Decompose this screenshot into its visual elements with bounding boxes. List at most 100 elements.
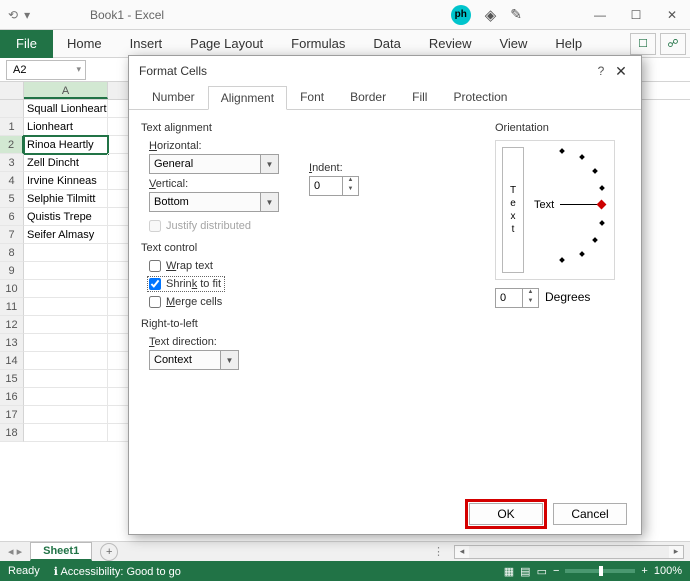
row-header[interactable]: [0, 100, 24, 118]
zoom-slider[interactable]: [565, 569, 635, 573]
row-header[interactable]: 15: [0, 370, 24, 388]
indent-spinner[interactable]: 0 ▲▼: [309, 176, 359, 196]
col-header-a[interactable]: A: [24, 82, 108, 99]
add-sheet-button[interactable]: +: [100, 543, 118, 561]
merge-cells-checkbox[interactable]: Merge cells: [149, 296, 481, 308]
dlg-tab-border[interactable]: Border: [337, 85, 399, 109]
cell[interactable]: Seifer Almasy: [24, 226, 108, 244]
dialog-titlebar[interactable]: Format Cells ? ✕: [129, 56, 641, 86]
sheet-tab[interactable]: Sheet1: [30, 542, 92, 561]
comments-button[interactable]: ☐: [630, 33, 656, 55]
save-icon[interactable]: ▾: [24, 8, 30, 22]
cell[interactable]: [24, 262, 108, 280]
dlg-tab-protection[interactable]: Protection: [440, 85, 520, 109]
cell[interactable]: [24, 406, 108, 424]
select-all-corner[interactable]: [0, 82, 24, 99]
dlg-tab-alignment[interactable]: Alignment: [208, 86, 287, 110]
ribbon-tab-insert[interactable]: Insert: [116, 30, 177, 58]
cell[interactable]: [24, 424, 108, 442]
cell[interactable]: [24, 298, 108, 316]
degrees-value[interactable]: 0: [496, 289, 522, 307]
view-normal-icon[interactable]: ▦: [504, 565, 514, 578]
chevron-down-icon[interactable]: ▼: [260, 155, 278, 173]
dialog-close-button[interactable]: ✕: [611, 63, 631, 80]
help-button[interactable]: ?: [591, 64, 611, 78]
ribbon-tab-pagelayout[interactable]: Page Layout: [176, 30, 277, 58]
row-header[interactable]: 7: [0, 226, 24, 244]
wand-icon[interactable]: ✎: [510, 6, 522, 23]
ribbon-tab-file[interactable]: File: [0, 30, 53, 58]
cell[interactable]: [24, 388, 108, 406]
text-direction-combo[interactable]: Context▼: [149, 350, 239, 370]
accessibility-status[interactable]: ℹ Accessibility: Good to go: [54, 565, 181, 578]
ribbon-tab-home[interactable]: Home: [53, 30, 116, 58]
account-badge[interactable]: ph: [451, 5, 471, 25]
cell[interactable]: [24, 244, 108, 262]
row-header[interactable]: 10: [0, 280, 24, 298]
ribbon-tab-view[interactable]: View: [485, 30, 541, 58]
view-pagebreak-icon[interactable]: ▭: [537, 565, 547, 578]
ribbon-tab-help[interactable]: Help: [541, 30, 596, 58]
ribbon-tab-review[interactable]: Review: [415, 30, 486, 58]
cell[interactable]: Quistis Trepe: [24, 208, 108, 226]
wrap-text-checkbox[interactable]: Wrap text: [149, 260, 481, 272]
row-header[interactable]: 13: [0, 334, 24, 352]
row-header[interactable]: 9: [0, 262, 24, 280]
row-header[interactable]: 2: [0, 136, 24, 154]
chevron-down-icon[interactable]: ▼: [220, 351, 238, 369]
dlg-tab-font[interactable]: Font: [287, 85, 337, 109]
vertical-text-button[interactable]: T e x t: [502, 147, 524, 273]
shrink-to-fit-checkbox[interactable]: Shrink to fit: [149, 278, 223, 290]
row-header[interactable]: 17: [0, 406, 24, 424]
row-header[interactable]: 11: [0, 298, 24, 316]
row-header[interactable]: 5: [0, 190, 24, 208]
cancel-button[interactable]: Cancel: [553, 503, 627, 525]
row-header[interactable]: 4: [0, 172, 24, 190]
cell[interactable]: Zell Dincht: [24, 154, 108, 172]
row-header[interactable]: 14: [0, 352, 24, 370]
maximize-button[interactable]: ☐: [618, 0, 654, 30]
cell[interactable]: [24, 334, 108, 352]
zoom-level[interactable]: 100%: [654, 565, 682, 577]
row-header[interactable]: 12: [0, 316, 24, 334]
orientation-arc[interactable]: Text: [530, 141, 614, 279]
ribbon-tab-data[interactable]: Data: [359, 30, 414, 58]
zoom-in-icon[interactable]: +: [641, 565, 647, 577]
cell[interactable]: [24, 316, 108, 334]
arc-handle[interactable]: [597, 200, 607, 210]
name-box[interactable]: A2: [6, 60, 86, 80]
horizontal-scrollbar[interactable]: ◂▸: [454, 545, 684, 559]
dlg-tab-number[interactable]: Number: [139, 85, 208, 109]
horizontal-combo[interactable]: General▼: [149, 154, 279, 174]
cell[interactable]: [24, 370, 108, 388]
row-header[interactable]: 18: [0, 424, 24, 442]
cell[interactable]: Squall Lionheart: [24, 100, 108, 118]
autosave-icon[interactable]: ⟲: [8, 8, 18, 22]
row-header[interactable]: 1: [0, 118, 24, 136]
row-header[interactable]: 6: [0, 208, 24, 226]
chevron-down-icon[interactable]: ▼: [260, 193, 278, 211]
view-pagelayout-icon[interactable]: ▤: [520, 565, 530, 578]
cell[interactable]: Irvine Kinneas: [24, 172, 108, 190]
vertical-combo[interactable]: Bottom▼: [149, 192, 279, 212]
row-header[interactable]: 16: [0, 388, 24, 406]
sheet-nav[interactable]: ◂ ▸: [0, 545, 30, 558]
spin-down-icon[interactable]: ▼: [523, 298, 538, 307]
share-button[interactable]: ☍: [660, 33, 686, 55]
row-header[interactable]: 8: [0, 244, 24, 262]
spin-up-icon[interactable]: ▲: [343, 177, 358, 186]
cell[interactable]: Selphie Tilmitt: [24, 190, 108, 208]
minimize-button[interactable]: —: [582, 0, 618, 30]
cell-selected[interactable]: Rinoa Heartly: [24, 136, 108, 154]
spin-up-icon[interactable]: ▲: [523, 289, 538, 298]
dlg-tab-fill[interactable]: Fill: [399, 85, 440, 109]
diamond-icon[interactable]: ◈: [485, 6, 497, 24]
zoom-out-icon[interactable]: −: [553, 565, 559, 577]
spin-down-icon[interactable]: ▼: [343, 186, 358, 195]
ok-button[interactable]: OK: [469, 503, 543, 525]
cell[interactable]: [24, 280, 108, 298]
ribbon-tab-formulas[interactable]: Formulas: [277, 30, 359, 58]
close-button[interactable]: ✕: [654, 0, 690, 30]
cell[interactable]: Lionheart: [24, 118, 108, 136]
row-header[interactable]: 3: [0, 154, 24, 172]
